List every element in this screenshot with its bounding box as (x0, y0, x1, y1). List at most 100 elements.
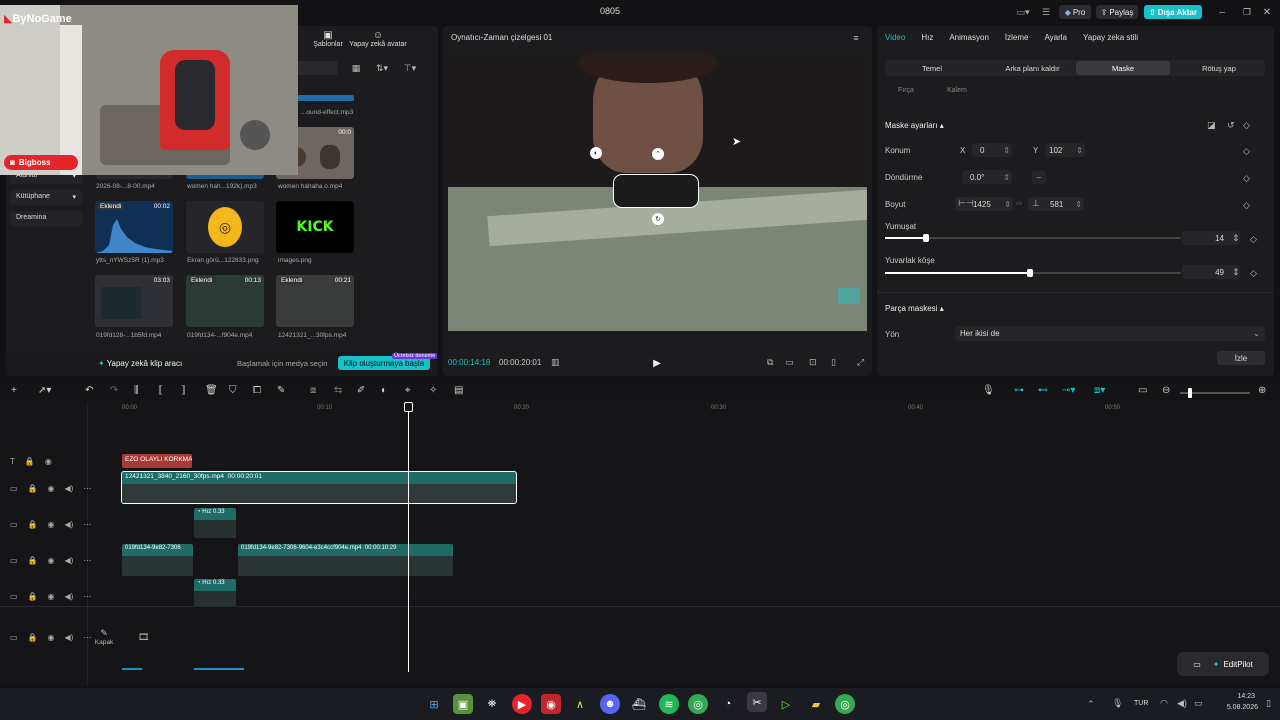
text-clip[interactable]: EZO OLAYLI KORKMA (122, 454, 192, 468)
mask-feather-handle-icon[interactable]: ◐ (590, 147, 602, 159)
shield-icon[interactable]: ⛉ (229, 385, 237, 396)
undo-icon[interactable]: ↶ (85, 385, 93, 396)
hamburger-menu-icon[interactable]: ≡ (849, 32, 863, 44)
language-indicator[interactable]: TUR (1134, 700, 1148, 707)
ai-magic-icon[interactable]: ✎ (277, 385, 285, 396)
subtab-pen[interactable]: Kalem (947, 87, 967, 94)
part-mask-header[interactable]: Parça maskesi ▴ (885, 304, 944, 313)
redo-icon[interactable]: ↷ (110, 385, 118, 396)
media-player-icon[interactable]: ▶ (512, 694, 532, 714)
rotation-input[interactable]: 0.0° ⇕ (962, 170, 1012, 184)
clock-date[interactable]: 5.08.2026 (1214, 704, 1258, 711)
playhead-handle[interactable] (404, 402, 413, 412)
crop-icon[interactable]: ⊡ (809, 357, 817, 368)
chrome-icon[interactable]: ◎ (835, 694, 855, 714)
keyframe-icon[interactable]: ◇ (1250, 234, 1257, 245)
quality-icon[interactable]: ▭ (785, 357, 794, 368)
sort-icon[interactable]: ⇅▾ (372, 61, 392, 75)
spotify-icon[interactable]: ≋ (659, 694, 679, 714)
notification-icon[interactable]: ▯ (1266, 698, 1271, 709)
chrome-icon[interactable]: ◎ (688, 694, 708, 714)
round-corner-slider[interactable] (885, 269, 1181, 277)
subtab-mask[interactable]: Maske (1076, 61, 1170, 75)
speed-clip[interactable]: ◔ Hız 0.33 (194, 508, 236, 538)
playhead[interactable] (408, 402, 409, 672)
microphone-icon[interactable]: 🎙 (982, 385, 995, 396)
wifi-icon[interactable]: ◠ (1160, 698, 1168, 709)
app-icon[interactable]: ◉ (541, 694, 561, 714)
pen-icon[interactable]: ✐ (357, 385, 365, 396)
audio-icon[interactable]: ◀) (65, 633, 74, 642)
ai-clip-label[interactable]: ✦ Yapay zekâ klip aracı (98, 359, 182, 368)
capcut-icon[interactable]: ✂ (747, 692, 767, 712)
eye-icon[interactable]: ◉ (48, 520, 55, 529)
split-icon[interactable]: ⫼ (134, 385, 139, 396)
game-launcher-icon[interactable]: ⛯ (482, 694, 502, 714)
position-x-input[interactable]: 0 ⇕ (972, 143, 1012, 157)
more-icon[interactable]: ⋯ (83, 520, 91, 529)
crop-tool-icon[interactable]: ⧠ (253, 385, 261, 396)
cover-button[interactable]: ✎ Kapak (92, 626, 116, 648)
ratio-icon[interactable]: ▯ (831, 357, 836, 368)
mask-settings-header[interactable]: Maske ayarları ▴ (885, 121, 944, 130)
mask-rotate-handle-icon[interactable]: ↻ (652, 213, 664, 225)
main-video-clip[interactable]: 12421321_3840_2160_30fps.mp4 00:00:20:01 (121, 471, 517, 504)
eye-icon[interactable]: ◉ (48, 633, 55, 642)
more-icon[interactable]: ⋯ (83, 556, 91, 565)
fullscreen-icon[interactable]: ⤢ (857, 357, 864, 368)
audio-icon[interactable]: ◀) (65, 592, 74, 601)
trim-left-icon[interactable]: ⟦ (158, 385, 163, 396)
feather-thumb[interactable] (923, 234, 929, 242)
minimize-button[interactable]: – (1215, 5, 1229, 19)
link-clips-icon[interactable]: ⊷ (1038, 385, 1048, 396)
pro-button[interactable]: ◆ Pro (1059, 5, 1091, 19)
lock-icon[interactable]: 🔒 (28, 484, 38, 493)
subtab-basic[interactable]: Temel (887, 61, 977, 75)
snap-icon[interactable]: ⊸▾ (1062, 385, 1075, 396)
caption-icon[interactable]: ▭ (1138, 385, 1147, 396)
subtab-brush[interactable]: Fırça (898, 87, 914, 94)
kick-icon[interactable]: ▷ (776, 694, 796, 714)
film-icon[interactable]: 🎞 (138, 632, 149, 643)
video-clip-a[interactable]: 019fd134-9e82-7306 (122, 544, 193, 576)
effects-icon[interactable]: ✧ (429, 385, 437, 396)
media-item[interactable]: Eklendi 00:02 (95, 201, 173, 253)
menu-icon[interactable]: ☰ (1038, 5, 1054, 19)
tab-tracking[interactable]: İzleme (1005, 33, 1029, 50)
windows-start-icon[interactable]: ⊞ (424, 694, 444, 714)
invert-icon[interactable]: ◪ (1207, 120, 1216, 131)
stepper-icon[interactable]: ⇕ (1232, 233, 1240, 244)
tab-ai-style[interactable]: Yapay zeka stili (1083, 33, 1138, 50)
link-icon[interactable]: ∞ (1016, 198, 1022, 208)
add-icon[interactable]: + (11, 385, 17, 396)
media-item[interactable]: 03:03 (95, 275, 173, 327)
filter-icon[interactable]: ⊤▾ (400, 61, 420, 75)
keyframe-icon[interactable]: ◇ (1243, 173, 1250, 184)
discord-icon[interactable]: ☻ (600, 694, 620, 714)
video-preview[interactable]: ◐ ⌃ ↻ ➤ (448, 53, 867, 331)
battery-icon[interactable]: ▭ (1194, 698, 1203, 709)
mirror-icon[interactable]: ◐ (381, 385, 387, 396)
nav-dreamina[interactable]: Dreamina (10, 211, 82, 226)
delete-icon[interactable]: 🗑 (205, 385, 218, 396)
tab-animation[interactable]: Animasyon (949, 33, 989, 50)
keyframe-icon[interactable]: ◇ (1243, 146, 1250, 157)
rotation-reset-button[interactable]: – (1032, 170, 1046, 184)
select-tool-icon[interactable]: ➚▾ (38, 385, 51, 396)
lock-icon[interactable]: 🔒 (25, 457, 35, 466)
tab-ai-avatar[interactable]: ☺ Yapay zekâ avatar (347, 28, 409, 50)
tab-speed[interactable]: Hız (921, 33, 933, 50)
reset-icon[interactable]: ↺ (1227, 120, 1235, 131)
subtitle-icon[interactable]: ▤ (454, 385, 463, 396)
round-thumb[interactable] (1027, 269, 1033, 277)
eye-icon[interactable]: ◉ (45, 457, 52, 466)
minecraft-icon[interactable]: ▣ (453, 694, 473, 714)
layout-icon[interactable]: ▭▾ (1010, 5, 1036, 19)
direction-select[interactable]: Her ikisi de ⌄ (955, 326, 1265, 341)
volume-icon[interactable]: ◀) (1177, 698, 1187, 709)
audio-icon[interactable]: ◀) (65, 556, 74, 565)
search-input[interactable] (296, 61, 338, 75)
timeline-view-icon[interactable]: ▥ (551, 357, 560, 368)
auto-reframe-icon[interactable]: ⌖ (405, 385, 411, 396)
stepper-icon[interactable]: ⇕ (1232, 267, 1240, 278)
